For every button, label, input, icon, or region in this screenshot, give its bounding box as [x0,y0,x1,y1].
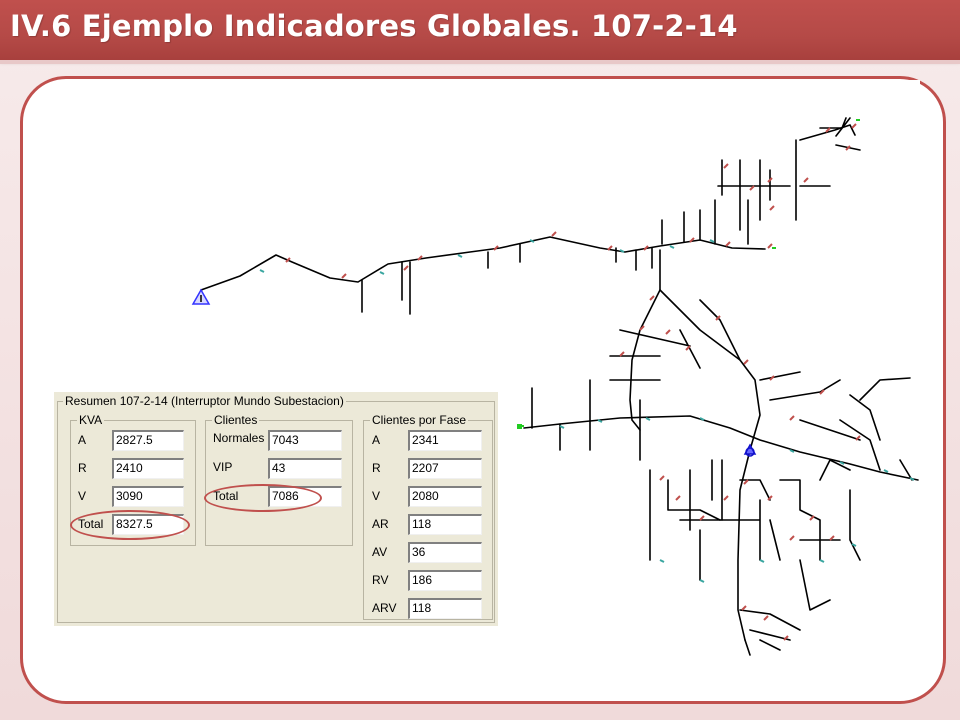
kva-a-label: A [78,433,87,447]
resumen-panel: Resumen 107-2-14 (Interruptor Mundo Sube… [54,392,498,626]
clientes-vip-label: VIP [213,460,233,474]
fase-rv-field[interactable]: 186 [408,570,482,591]
slide-title: IV.6 Ejemplo Indicadores Globales. 107-2… [10,9,738,43]
resumen-title: Resumen 107-2-14 (Interruptor Mundo Sube… [63,394,346,408]
title-strip [0,60,960,64]
kva-total-highlight [70,510,190,540]
clientes-normales-label: Normales [213,431,265,445]
substation-marker-icon [743,443,757,457]
fase-v-field[interactable]: 2080 [408,486,482,507]
fase-av-field[interactable]: 36 [408,542,482,563]
kva-v-field[interactable]: 3090 [112,486,184,507]
clientes-label: Clientes [212,413,260,427]
fase-label: Clientes por Fase [370,413,469,427]
clientes-vip-field[interactable]: 43 [268,458,342,479]
kva-r-label: R [78,461,87,475]
green-node-icon [517,424,522,429]
kva-v-label: V [78,489,87,503]
fase-r-field[interactable]: 2207 [408,458,482,479]
fase-v-label: V [372,489,381,503]
fase-ar-field[interactable]: 118 [408,514,482,535]
fase-a-label: A [372,433,381,447]
kva-label: KVA [77,413,105,427]
fase-arv-field[interactable]: 118 [408,598,482,619]
fase-arv-label: ARV [372,601,397,615]
kva-a-field[interactable]: 2827.5 [112,430,184,451]
source-triangle-icon [191,288,211,305]
fase-a-field[interactable]: 2341 [408,430,482,451]
title-bar: IV.6 Ejemplo Indicadores Globales. 107-2… [0,0,960,60]
clientes-normales-field[interactable]: 7043 [268,430,342,451]
fase-rv-label: RV [372,573,389,587]
clientes-total-highlight [204,484,322,512]
kva-r-field[interactable]: 2410 [112,458,184,479]
fase-ar-label: AR [372,517,389,531]
fase-r-label: R [372,461,381,475]
fase-av-label: AV [372,545,388,559]
